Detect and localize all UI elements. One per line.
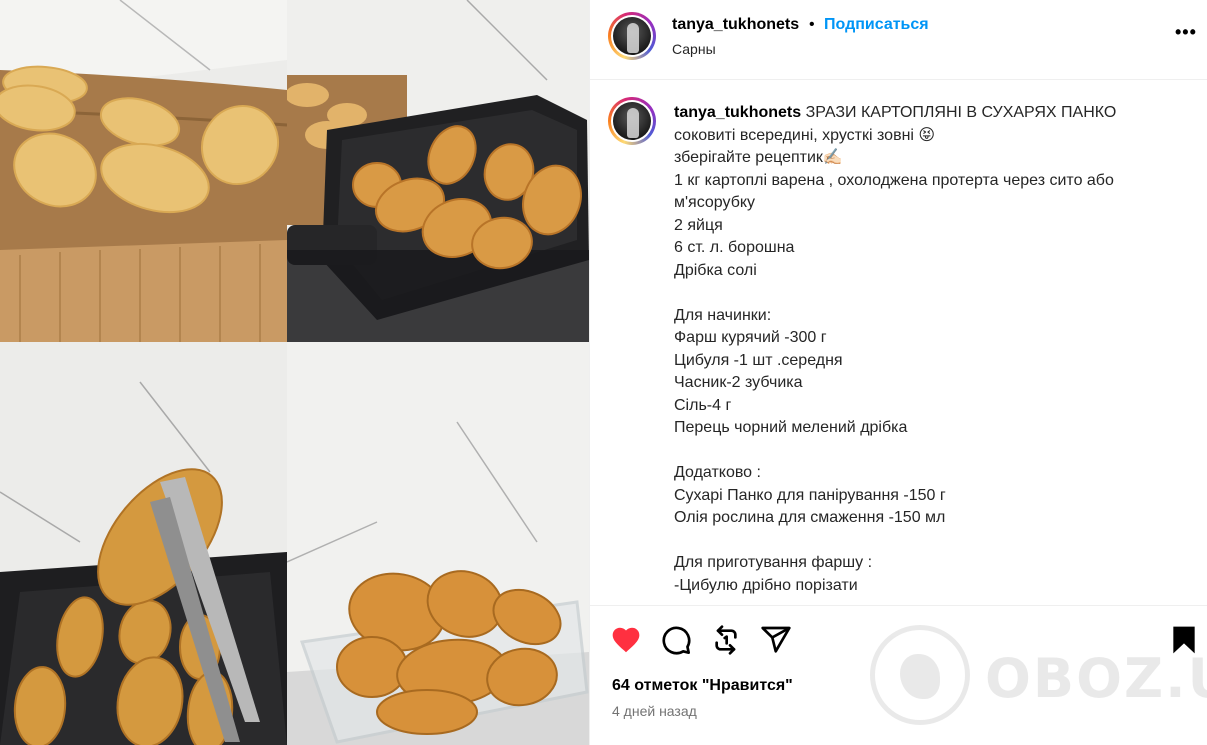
caption-line: ЗРАЗИ КАРТОПЛЯНІ В СУХАРЯХ ПАНКО [805, 104, 1117, 121]
caption-line: -Цибулю дрібно порізати [674, 576, 858, 594]
post-timestamp[interactable]: 4 дней назад [612, 703, 697, 719]
post-caption: tanya_tukhonets ЗРАЗИ КАРТОПЛЯНІ В СУХАР… [590, 81, 1207, 605]
caption-line: зберігайте рецептик✍🏻 [674, 149, 843, 166]
caption-line: Для начинки: [674, 306, 772, 324]
caption-line: Для приготування фаршу : [674, 554, 873, 571]
caption-line: 2 яйця [674, 216, 723, 234]
photo-finished-zrazy-dish [287, 342, 589, 745]
post-side-panel: tanya_tukhonets • Подписаться Сарны ••• … [589, 0, 1207, 745]
photo-raw-zrazy-on-board [0, 0, 287, 342]
caption-line: Перець чорний мелений дрібка [674, 419, 908, 436]
caption-line: Додатково : [674, 464, 761, 481]
caption-line: соковиті всередині, хрусткі зовні 😝 [674, 126, 936, 144]
caption-line: Олія рослина для смаження -150 мл [674, 509, 946, 526]
follow-button[interactable]: Подписаться [824, 16, 929, 34]
caption-line: Сухарі Панко для панірування -150 г [674, 486, 946, 504]
caption-text: tanya_tukhonets ЗРАЗИ КАРТОПЛЯНІ В СУХАР… [674, 102, 1184, 597]
bookmark-icon[interactable] [1168, 624, 1200, 656]
photo-tongs-frying [0, 342, 287, 745]
comment-icon[interactable] [660, 624, 692, 656]
separator-dot: • [809, 16, 815, 33]
avatar[interactable] [608, 12, 656, 60]
caption-line [674, 282, 1184, 305]
caption-line: Сіль-4 г [674, 396, 732, 414]
caption-username[interactable]: tanya_tukhonets [674, 104, 801, 121]
caption-line: Цибуля -1 шт .середня [674, 351, 843, 369]
more-options-icon[interactable]: ••• [1175, 22, 1197, 43]
caption-avatar[interactable] [608, 97, 656, 145]
caption-line: 6 ст. л. борошна [674, 239, 795, 256]
caption-line: Фарш курячий -300 г [674, 329, 827, 346]
likes-count[interactable]: 64 отметок "Нравится" [612, 677, 793, 695]
caption-line [674, 530, 1184, 553]
repost-icon[interactable] [710, 624, 742, 656]
caption-line: Дрібка солі [674, 261, 757, 279]
action-bar: 64 отметок "Нравится" 4 дней назад [590, 605, 1207, 745]
post-location[interactable]: Сарны [672, 41, 716, 57]
send-icon[interactable] [760, 624, 792, 656]
heart-icon[interactable] [610, 624, 642, 656]
photo-frying-pan [287, 0, 589, 342]
caption-line: Часник-2 зубчика [674, 374, 803, 391]
caption-line [674, 440, 1184, 463]
caption-line: 1 кг картоплі варена , охолоджена протер… [674, 171, 1119, 212]
post-media-collage[interactable] [0, 0, 589, 745]
post-header: tanya_tukhonets • Подписаться Сарны ••• [590, 0, 1207, 80]
author-username[interactable]: tanya_tukhonets [672, 16, 799, 34]
